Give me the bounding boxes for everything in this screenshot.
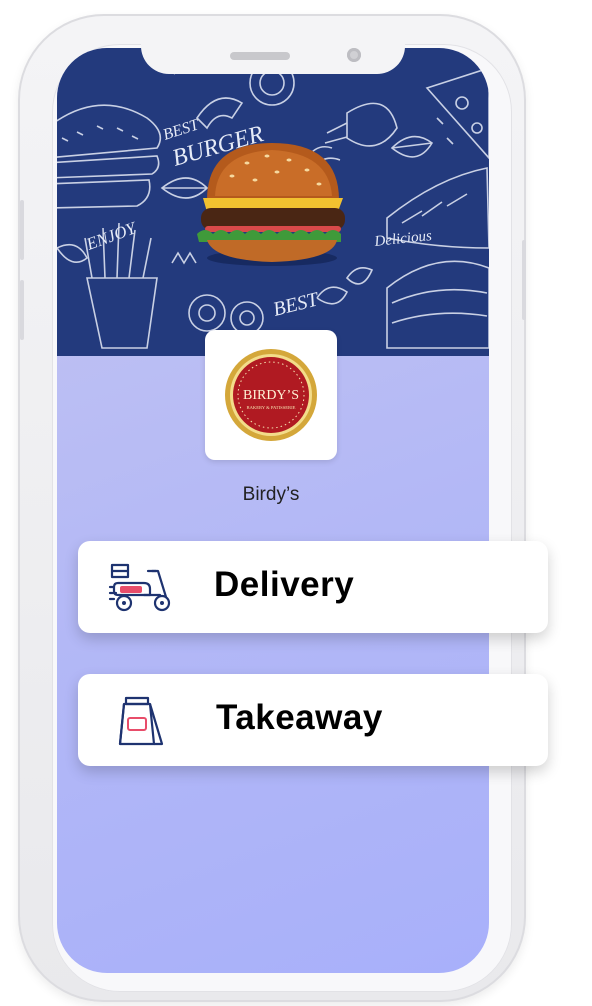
logo-text: BIRDY’S: [243, 388, 299, 403]
takeaway-bag-icon: [118, 696, 164, 746]
scooter-icon: [108, 563, 171, 612]
takeaway-label: Takeaway: [216, 698, 383, 737]
delivery-label: Delivery: [214, 565, 355, 604]
doodle-word-best-2: BEST: [271, 288, 322, 321]
phone-camera: [347, 48, 361, 62]
store-name: Birdy’s: [242, 484, 300, 505]
doodle-word-enjoy: ENJOY: [83, 218, 140, 254]
doodle-pattern: BEST BURGER ENJOY Delicious BEST: [57, 60, 489, 349]
takeaway-option-button[interactable]: Takeaway: [78, 674, 548, 766]
power-button: [522, 240, 526, 320]
side-button: [20, 200, 24, 260]
app-screen: BEST BURGER ENJOY Delicious BEST: [57, 48, 489, 973]
store-logo: BIRDY’S BAKERY & PATISSERIE: [225, 349, 317, 441]
delivery-option-button[interactable]: Delivery: [78, 541, 548, 633]
side-button: [20, 280, 24, 340]
doodle-word-delicious: Delicious: [373, 228, 433, 250]
store-logo-card: BIRDY’S BAKERY & PATISSERIE: [205, 330, 337, 460]
logo-subtext: BAKERY & PATISSERIE: [247, 405, 296, 410]
burger-image: [197, 143, 345, 266]
phone-speaker: [230, 52, 290, 60]
food-banner: BEST BURGER ENJOY Delicious BEST: [57, 48, 489, 356]
